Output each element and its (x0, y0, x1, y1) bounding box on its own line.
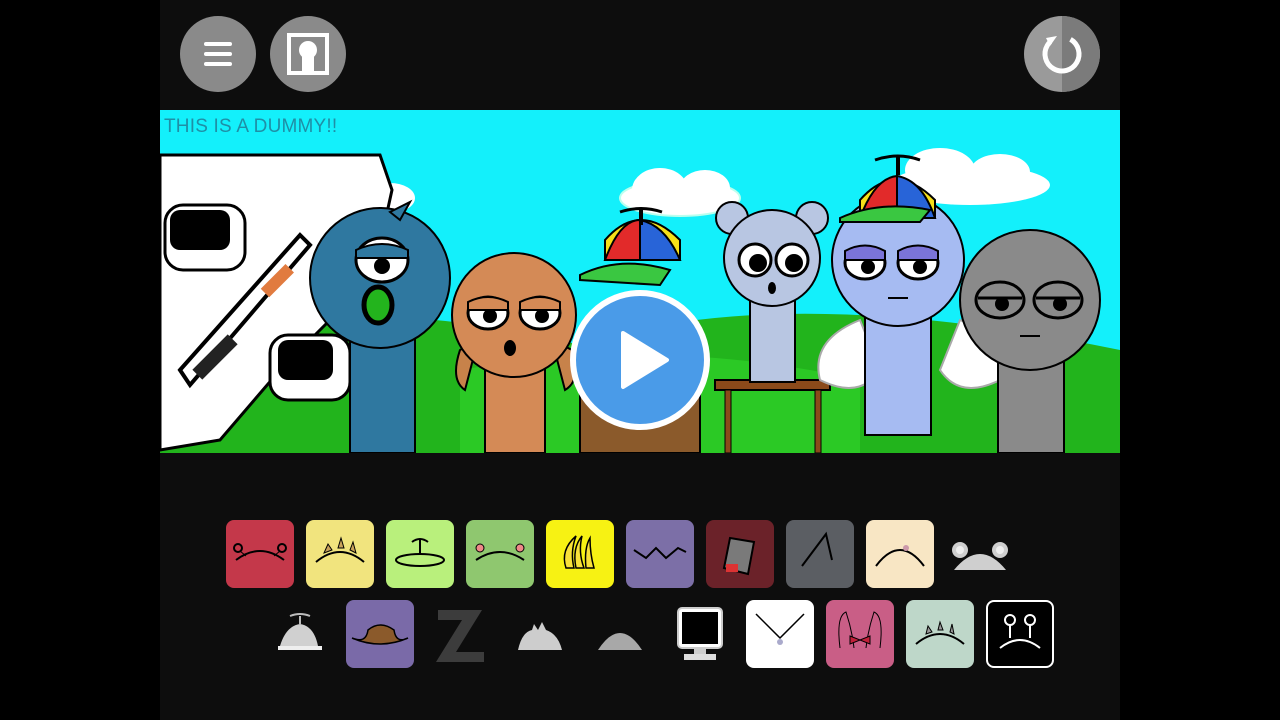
banana-icon (563, 535, 595, 569)
bald-head-icon (875, 545, 925, 567)
reset-circle-arrow-icon (1042, 16, 1100, 92)
antenna-icon (475, 543, 525, 561)
propeller-icon (395, 538, 445, 567)
yellow-spikes-tile[interactable] (306, 520, 374, 588)
character-gallery-icon (287, 33, 329, 75)
dome-icon (598, 633, 642, 650)
antenna-icon (233, 543, 287, 561)
red-antenna-tile[interactable] (226, 520, 294, 588)
spikes-icon (915, 620, 965, 645)
collar-icon (755, 613, 805, 645)
spikes-icon (315, 536, 365, 563)
bucket-icon (722, 536, 756, 576)
sleep-z-tile[interactable] (426, 600, 494, 668)
computer-monitor-tile[interactable] (666, 600, 734, 668)
spikes-icon (633, 546, 687, 560)
letter-z-icon (436, 610, 484, 662)
mouse-ears-tile[interactable] (946, 520, 1014, 588)
gray-dome-tile[interactable] (586, 600, 654, 668)
green-antenna-tile[interactable] (466, 520, 534, 588)
spiky-hair-icon (518, 622, 562, 650)
purple-spikes-tile[interactable] (626, 520, 694, 588)
gray-horn-tile[interactable] (786, 520, 854, 588)
monitor-icon (677, 607, 723, 660)
reset-button[interactable] (1024, 16, 1100, 92)
propeller-cap-icon (278, 613, 322, 650)
lime-propeller-tile[interactable] (386, 520, 454, 588)
dummy-overlay-text: THIS IS A DUMMY!! (164, 116, 338, 137)
mint-spikes-tile[interactable] (906, 600, 974, 668)
propeller-cap-tile[interactable] (266, 600, 334, 668)
cowboy-hat-icon (351, 624, 409, 645)
spiky-hair-tile[interactable] (506, 600, 574, 668)
horn-icon (801, 531, 833, 567)
menu-button[interactable] (180, 16, 256, 92)
mouse-ears-icon (952, 542, 1008, 570)
antenna-icon (999, 614, 1041, 649)
hamburger-menu-icon (204, 42, 232, 66)
cream-tile[interactable] (866, 520, 934, 588)
banana-tile[interactable] (546, 520, 614, 588)
bowtie-icon (838, 611, 882, 649)
play-triangle-icon (621, 331, 669, 389)
bucket-hat-tile[interactable] (706, 520, 774, 588)
pink-bowtie-tile[interactable] (826, 600, 894, 668)
cowboy-hat-tile[interactable] (346, 600, 414, 668)
black-antenna-tile[interactable] (986, 600, 1054, 668)
gallery-button[interactable] (270, 16, 346, 92)
play-button[interactable] (570, 290, 710, 430)
white-collar-tile[interactable] (746, 600, 814, 668)
